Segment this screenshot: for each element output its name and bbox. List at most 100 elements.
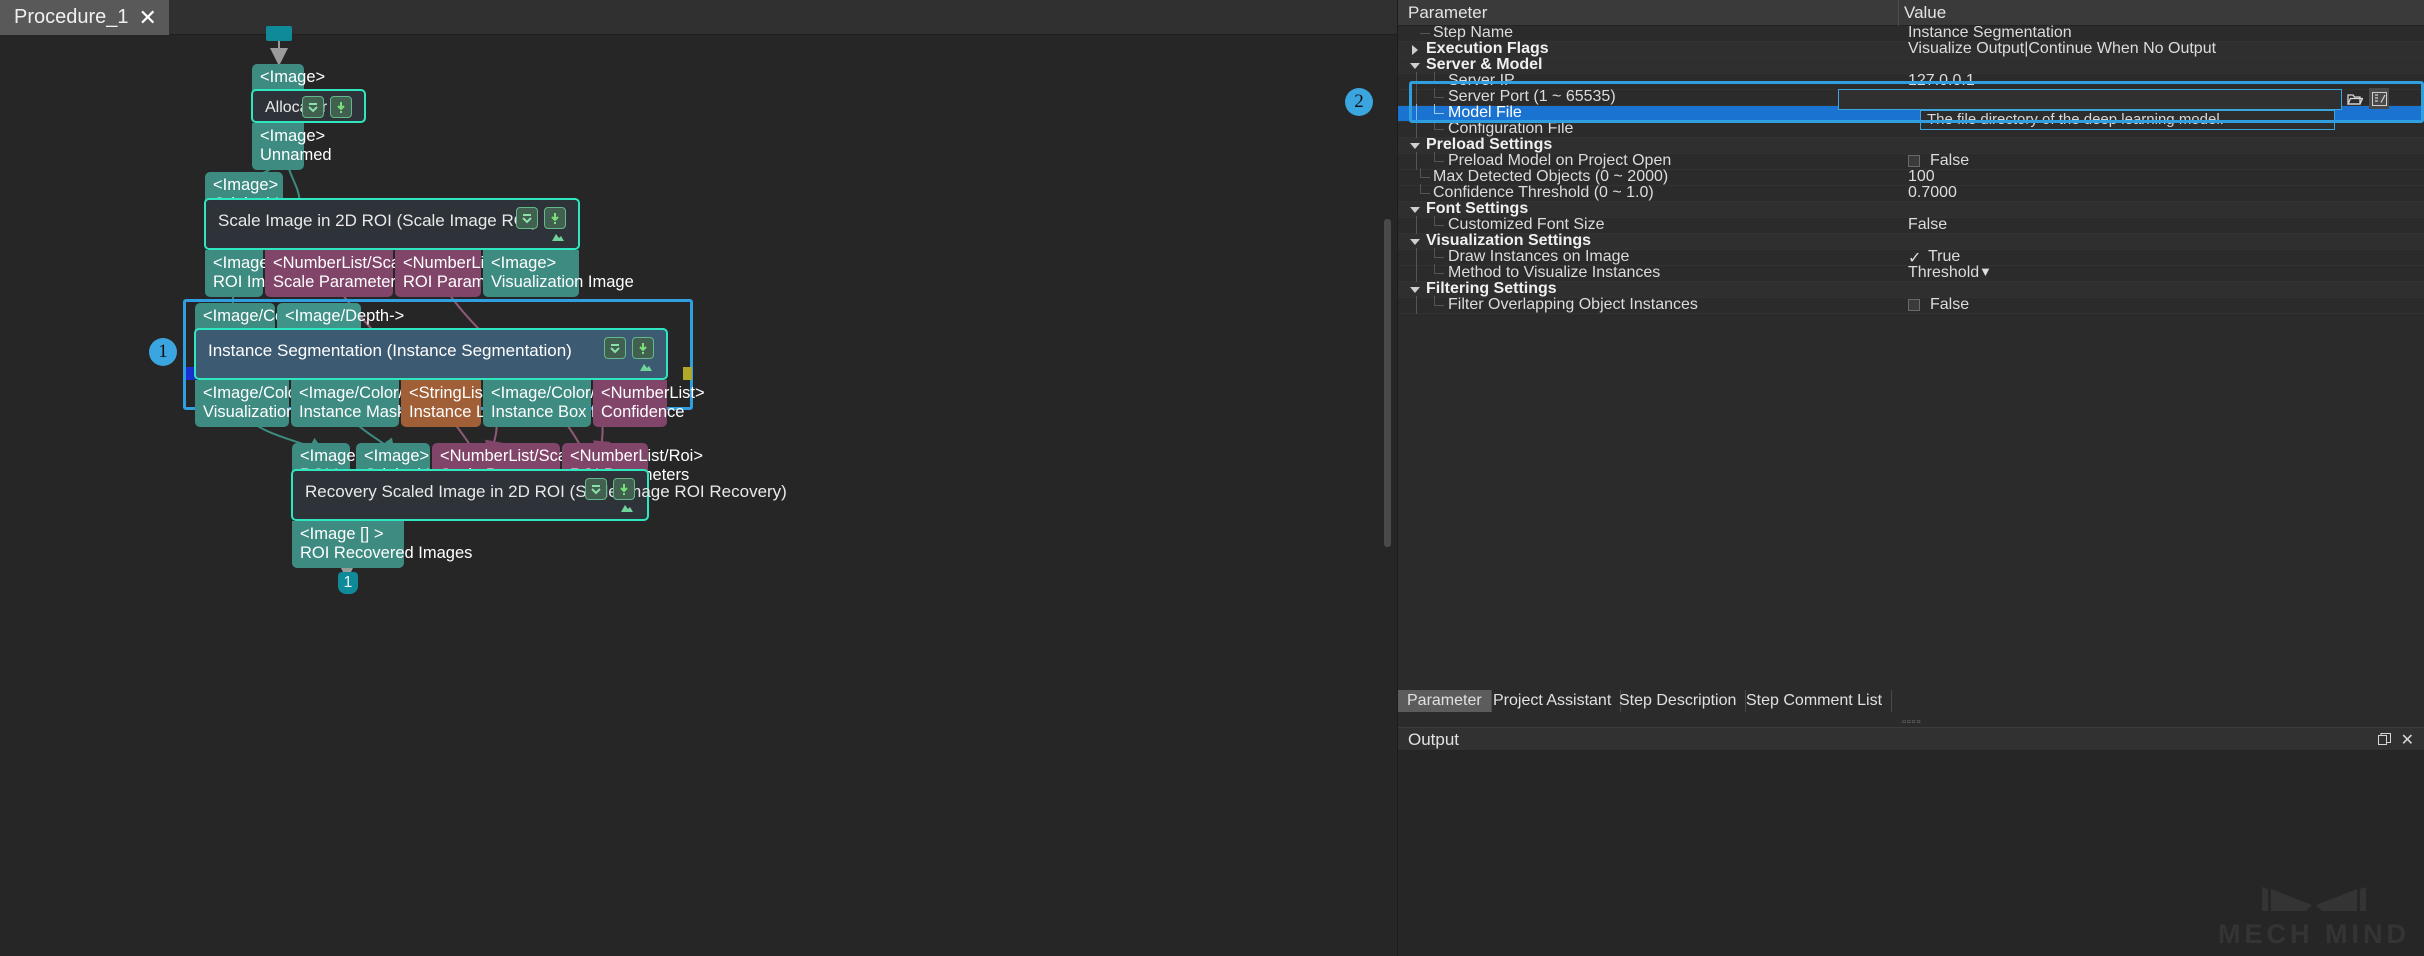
node-iseg-output-visualization-image[interactable]: <Image/Color> Visualization Image [195, 380, 289, 427]
tab-label: Step Description [1619, 692, 1736, 709]
column-header-value: Value [1904, 3, 1946, 23]
graph-editor-pane: Procedure_1 ✕ [0, 0, 1397, 956]
param-row-execution-flags[interactable]: Execution Flags Visualize Output|Continu… [1398, 42, 2424, 58]
node-scale-image-roi-title: Scale Image in 2D ROI (Scale Image ROI) [218, 211, 537, 231]
graph-entry-stub [266, 26, 292, 41]
collapse-icon[interactable] [516, 207, 538, 229]
port-type: <NumberList/ScaleParam> [273, 254, 385, 273]
port-name: Visualization Image [491, 273, 571, 292]
tab-step-description[interactable]: Step Description [1610, 690, 1746, 712]
edit-path-icon[interactable] [2369, 88, 2389, 109]
node-allocator-output-port[interactable]: <Image> Unnamed [252, 123, 304, 170]
node-instance-segmentation[interactable]: Instance Segmentation (Instance Segmenta… [194, 328, 668, 380]
tab-label: Procedure_1 [14, 6, 129, 29]
node-iseg-output-instance-box-masks[interactable]: <Image/Color/Mask [] > Instance Box Mask… [483, 380, 591, 427]
tab-label: Parameter [1407, 692, 1482, 709]
node-iseg-right-endpoint [683, 367, 692, 380]
header-divider [1898, 0, 1899, 26]
node-recovery-output-roi-recovered-images[interactable]: <Image [] > ROI Recovered Images [292, 521, 404, 568]
node-scale-image-roi[interactable]: Scale Image in 2D ROI (Scale Image ROI) [204, 198, 580, 250]
tab-project-assistant[interactable]: Project Assistant [1484, 690, 1621, 712]
download-icon[interactable] [544, 207, 566, 229]
image-preview-icon [620, 502, 634, 513]
port-type: <StringList> [409, 384, 473, 403]
param-row-filter-overlapping-object-instances[interactable]: Filter Overlapping Object Instances Fals… [1398, 298, 2424, 314]
checkbox-filter-overlapping[interactable] [1908, 299, 1920, 311]
port-type: <NumberList> [601, 384, 659, 403]
node-scale-roi-output-roi-parameters[interactable]: <NumberList/Roi> ROI Parameters [395, 250, 481, 297]
node-iseg-output-instance-labels[interactable]: <StringList> Instance Labels [401, 380, 481, 427]
callout-badge-2: 2 [1345, 88, 1373, 116]
param-value: False [1908, 216, 1947, 234]
param-value: Threshold [1908, 264, 1979, 282]
callout-badge-1-label: 1 [158, 341, 168, 363]
port-type: <Image> [260, 68, 296, 87]
port-name: Instance Box Masks [491, 403, 583, 422]
mech-mind-watermark: MECH MIND [2218, 885, 2410, 950]
tab-procedure-1[interactable]: Procedure_1 ✕ [0, 0, 169, 35]
chevron-down-icon[interactable] [1410, 63, 1420, 69]
port-name: ROI Recovered Images [300, 544, 396, 563]
port-type: <NumberList/ScaleParam> [440, 447, 552, 466]
undock-icon[interactable] [2378, 733, 2391, 746]
collapse-icon[interactable] [585, 478, 607, 500]
chevron-right-icon[interactable] [1412, 45, 1418, 55]
close-icon[interactable]: ✕ [139, 7, 157, 29]
port-type: <Image/Color/Mask [] > [491, 384, 583, 403]
port-type: <Image/Color> [203, 307, 267, 326]
output-title: Output [1408, 730, 1459, 750]
graph-terminal-chip[interactable]: 1 [338, 572, 358, 594]
node-scale-roi-output-visualization-image[interactable]: <Image> Visualization Image [483, 250, 579, 297]
port-type: <Image [] > [300, 447, 342, 466]
node-recovery-title: Recovery Scaled Image in 2D ROI (Scale I… [305, 482, 787, 502]
param-label: Filter Overlapping Object Instances [1448, 296, 1698, 314]
model-file-path-input[interactable] [1838, 89, 2342, 110]
download-icon[interactable] [330, 96, 352, 118]
image-preview-icon [551, 231, 565, 242]
folder-open-icon[interactable] [2345, 88, 2365, 109]
chevron-down-icon[interactable]: ▼ [1979, 264, 1992, 279]
param-value: False [1930, 296, 1969, 314]
port-name: Scale Parameters [273, 273, 385, 292]
parameter-table-header: Parameter Value [1398, 0, 2424, 26]
parameter-pane: Parameter Value Step Name Instance Segme… [1397, 0, 2424, 956]
param-row-confidence-threshold[interactable]: Confidence Threshold (0 ~ 1.0) 0.7000 [1398, 186, 2424, 202]
chevron-down-icon[interactable] [1410, 287, 1420, 293]
callout-badge-1: 1 [149, 338, 177, 366]
image-preview-icon [639, 361, 653, 372]
param-value: False [1930, 152, 1969, 170]
port-name: ROI Parameters [403, 273, 473, 292]
graph-canvas[interactable]: <Image> Unnamed Allocator (1) <Image> Un… [0, 35, 1397, 956]
node-scale-image-roi-recovery[interactable]: Recovery Scaled Image in 2D ROI (Scale I… [291, 469, 649, 521]
tab-step-comment-list[interactable]: Step Comment List [1737, 690, 1892, 712]
port-type: <Image> [260, 127, 296, 146]
collapse-icon[interactable] [302, 96, 324, 118]
port-name: Instance Labels [409, 403, 473, 422]
output-panel-header: Output ✕ [1398, 727, 2424, 751]
model-file-tooltip: The file directory of the deep learning … [1920, 110, 2335, 130]
tab-parameter[interactable]: Parameter [1398, 690, 1492, 712]
node-scale-roi-output-scale-parameters[interactable]: <NumberList/ScaleParam> Scale Parameters [265, 250, 393, 297]
collapse-icon[interactable] [604, 337, 626, 359]
checkbox-preload-model[interactable] [1908, 155, 1920, 167]
port-type: <Image> [491, 254, 571, 273]
chevron-down-icon[interactable] [1410, 143, 1420, 149]
node-iseg-output-instance-masks[interactable]: <Image/Color/Mask [] > Instance Masks [291, 380, 399, 427]
port-type: <Image> [213, 254, 255, 273]
panel-tab-strip: Parameter Project Assistant Step Descrip… [1398, 690, 2424, 712]
chevron-down-icon[interactable] [1410, 207, 1420, 213]
node-scale-roi-output-roi-image[interactable]: <Image> ROI Image [205, 250, 263, 297]
port-type: <Image [] > [300, 525, 396, 544]
canvas-vertical-scrollbar[interactable] [1384, 219, 1391, 547]
port-name: Visualization Image [203, 403, 281, 422]
port-name: Confidence [601, 403, 659, 422]
node-iseg-output-confidence[interactable]: <NumberList> Confidence [593, 380, 667, 427]
node-instance-segmentation-title: Instance Segmentation (Instance Segmenta… [208, 341, 572, 361]
chevron-down-icon[interactable] [1410, 239, 1420, 245]
procedure-tab-bar: Procedure_1 ✕ [0, 0, 1397, 35]
node-allocator[interactable]: Allocator (1) [251, 89, 366, 123]
port-type: <NumberList/Roi> [403, 254, 473, 273]
download-icon[interactable] [613, 478, 635, 500]
close-icon[interactable]: ✕ [2401, 730, 2414, 750]
download-icon[interactable] [632, 337, 654, 359]
